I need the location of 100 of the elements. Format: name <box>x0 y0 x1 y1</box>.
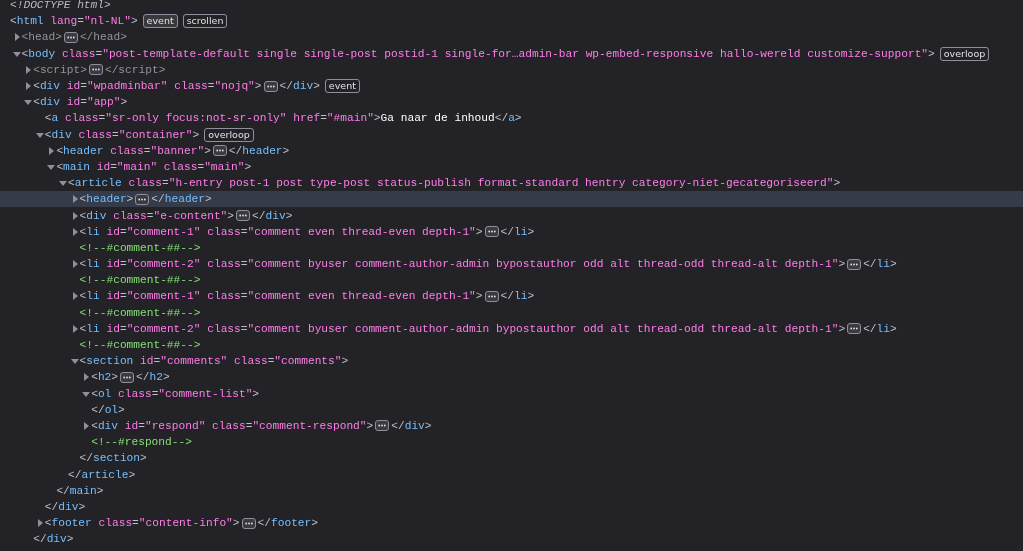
tree-row[interactable]: <!--#comment-##--> <box>0 304 1023 321</box>
expand-arrow-icon[interactable] <box>82 373 91 382</box>
ellipsis-icon <box>850 327 859 331</box>
inspector-badge[interactable]: scrollen <box>182 14 228 29</box>
expand-button[interactable] <box>135 193 150 205</box>
tree-row[interactable]: <!DOCTYPE html> <box>0 0 1023 14</box>
expand-button[interactable] <box>88 64 103 76</box>
expand-arrow-icon[interactable] <box>70 324 79 333</box>
ellipsis-icon <box>215 149 224 153</box>
comment-line: <!--#comment-##--> <box>79 305 201 321</box>
ellipsis-icon <box>91 68 100 72</box>
open-tag: <div id="respond" class="comment-respond"> <box>91 417 374 434</box>
expand-arrow-icon[interactable] <box>70 211 79 220</box>
tree-row[interactable]: <h2> </h2> <box>0 369 1023 386</box>
open-tag: <html lang="nl-NL"> <box>10 13 138 30</box>
tree-row[interactable]: <div id="app"> <box>0 94 1023 111</box>
expand-button[interactable] <box>263 80 278 92</box>
tree-row[interactable]: <article class="h-entry post-1 post type-post status-publish format-standard hentry category-niet-gecategoriseerd"> <box>0 175 1023 192</box>
expand-button[interactable] <box>236 210 251 222</box>
tree-row[interactable]: <div class="e-content"> </div> <box>0 207 1023 224</box>
open-tag: <section id="comments" class="comments"> <box>79 353 349 370</box>
tree-row[interactable]: <head> </head> <box>0 29 1023 46</box>
expand-button[interactable] <box>120 371 135 383</box>
tree-row[interactable]: <!--#comment-##--> <box>0 272 1023 289</box>
tree-row[interactable]: <a class="sr-only focus:not-sr-only" href="#main">Ga naar de inhoud</a> <box>0 110 1023 127</box>
closing-tag: </li> <box>500 223 535 240</box>
expand-button[interactable] <box>484 226 499 238</box>
open-tag: <body class="post-template-default single single-post postid-1 single-for…admin-bar wp-embed-responsive hallo-wereld customize-support"> <box>21 45 935 62</box>
tree-row[interactable]: <body class="post-template-default single single-post postid-1 single-for…admin-bar wp-embed-responsive hallo-wereld customize-support"> overloop <box>0 45 1023 62</box>
collapse-arrow-icon[interactable] <box>59 179 67 188</box>
ellipsis-icon <box>239 214 248 218</box>
tree-row[interactable]: <!--#comment-##--> <box>0 336 1023 354</box>
tree-row[interactable]: <div id="wpadminbar" class="nojq"> </div> event <box>0 77 1023 95</box>
ellipsis-icon <box>487 230 496 234</box>
open-tag: <header> <box>79 191 134 208</box>
tree-row[interactable]: <section id="comments" class="comments"> <box>0 353 1023 370</box>
collapse-arrow-icon[interactable] <box>24 98 33 107</box>
tree-row[interactable]: <html lang="nl-NL"> event scrollen <box>0 13 1023 30</box>
tree-row[interactable]: <!--#respond--> <box>0 434 1023 451</box>
expand-arrow-icon[interactable] <box>70 292 79 301</box>
comment-line: <!--#comment-##--> <box>79 338 201 354</box>
ellipsis-icon <box>66 35 75 39</box>
expand-arrow-icon[interactable] <box>24 65 33 74</box>
tree-row[interactable]: <li id="comment-2" class="comment byuser comment-author-admin bypostauthor odd alt thread-odd thread-alt depth-1"> </li> <box>0 256 1023 273</box>
closing-tag: </header> <box>228 142 290 159</box>
inspector-badge[interactable]: event <box>142 14 178 29</box>
ellipsis-icon <box>266 84 275 88</box>
expand-arrow-icon[interactable] <box>82 421 91 430</box>
ellipsis-icon <box>123 375 132 379</box>
tree-row[interactable]: <footer class="content-info"> </footer> <box>0 515 1023 532</box>
open-tag: <div class="e-content"> <box>79 207 235 224</box>
closing-tag: </div> <box>391 417 432 434</box>
expand-arrow-icon[interactable] <box>70 260 79 269</box>
expand-button[interactable] <box>484 290 499 302</box>
expand-button[interactable] <box>63 31 78 43</box>
open-tag: <div id="wpadminbar" class="nojq"> <box>33 78 262 95</box>
comment-line: <!--#comment-##--> <box>79 273 201 289</box>
collapse-arrow-icon[interactable] <box>82 389 91 398</box>
expand-button[interactable] <box>847 258 862 270</box>
collapse-arrow-icon[interactable] <box>12 49 21 58</box>
collapse-arrow-icon[interactable] <box>35 130 44 139</box>
inspector-badge[interactable]: event <box>324 79 360 94</box>
open-tag: <div class="container"> <box>44 126 200 143</box>
comment-line: <!--#comment-##--> <box>79 240 201 256</box>
tree-row[interactable]: <!--#comment-##--> <box>0 239 1023 256</box>
closing-tag: </footer> <box>257 515 318 532</box>
tree-row[interactable]: <main id="main" class="main"> <box>0 158 1023 176</box>
expand-arrow-icon[interactable] <box>35 519 44 528</box>
tree-row[interactable]: <script> </script> <box>0 61 1023 78</box>
open-tag: <script> <box>33 61 87 78</box>
open-tag: <main id="main" class="main"> <box>56 158 252 175</box>
expand-arrow-icon[interactable] <box>70 227 79 236</box>
tree-row[interactable]: <li id="comment-1" class="comment even thread-even depth-1"> </li> <box>0 288 1023 305</box>
tree-row[interactable]: <li id="comment-2" class="comment byuser comment-author-admin bypostauthor odd alt thread-odd thread-alt depth-1"> </li> <box>0 320 1023 337</box>
tree-row[interactable]: <ol class="comment-list"> <box>0 385 1023 402</box>
expand-arrow-icon[interactable] <box>70 195 79 204</box>
inspector-badge[interactable]: overloop <box>204 127 254 142</box>
expand-button[interactable] <box>241 517 256 529</box>
open-tag: <div id="app"> <box>33 94 128 111</box>
closing-tag: </ol> <box>91 401 125 418</box>
collapse-arrow-icon[interactable] <box>70 357 79 366</box>
expand-button[interactable] <box>212 145 227 157</box>
expand-arrow-icon[interactable] <box>12 33 21 42</box>
expand-arrow-icon[interactable] <box>47 146 56 155</box>
tree-row[interactable]: <div id="respond" class="comment-respond"> </div> <box>0 417 1023 435</box>
tree-row[interactable]: <div class="container"> overloop <box>0 126 1023 143</box>
expand-arrow-icon[interactable] <box>24 82 33 91</box>
tree-row[interactable]: <header> </header> <box>0 191 1023 208</box>
inspector-badge[interactable]: overloop <box>939 46 990 61</box>
ellipsis-icon <box>850 262 859 266</box>
tree-row[interactable]: <header class="banner"> </header> <box>0 142 1023 159</box>
open-tag: <article class="h-entry post-1 post type-post status-publish format-standard hentry category-niet-gecategoriseerd"> <box>68 175 841 192</box>
expand-button[interactable] <box>847 323 862 335</box>
tree-row[interactable]: <li id="comment-1" class="comment even thread-even depth-1"> </li> <box>0 223 1023 240</box>
closing-tag: </div> <box>44 498 86 515</box>
element-line: <a class="sr-only focus:not-sr-only" href="#main">Ga naar de inhoud</a> <box>44 111 522 127</box>
ellipsis-icon <box>138 197 147 201</box>
expand-button[interactable] <box>375 420 390 432</box>
closing-tag: </h2> <box>136 369 170 386</box>
collapse-arrow-icon[interactable] <box>47 162 56 171</box>
